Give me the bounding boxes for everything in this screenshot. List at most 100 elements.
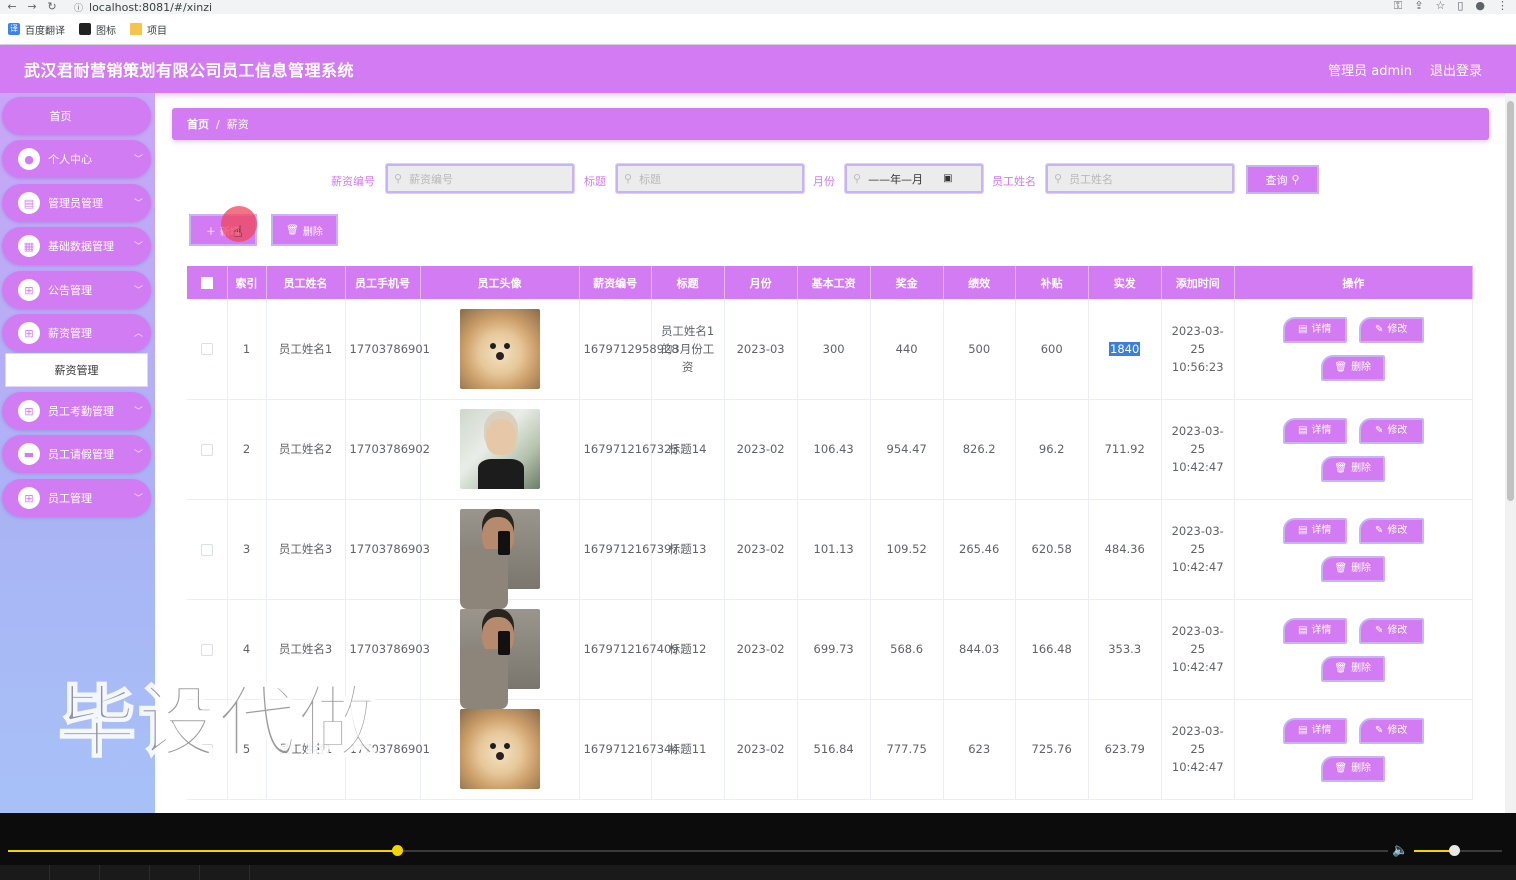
- cell-base: 699.73: [797, 599, 871, 700]
- detail-button[interactable]: ▤ 详情: [1282, 417, 1347, 444]
- cell-month: 2023-02: [724, 499, 798, 600]
- col-subsidy: 补贴: [1015, 266, 1089, 299]
- sidebar-item-leave[interactable]: ▬ 员工请假管理 ﹀: [2, 435, 151, 473]
- app-header: 武汉君耐营销策划有限公司员工信息管理系统 管理员 admin 退出登录: [0, 45, 1516, 93]
- table-row: 2 员工姓名2 17703786902 1679712167323 标题14 2023-0…: [187, 399, 1473, 500]
- avatar: [459, 709, 540, 789]
- sidebar-item-salary[interactable]: ⊞ 薪资管理 ︿: [2, 314, 151, 352]
- cell-perf: 623: [943, 699, 1016, 800]
- sidebar-item-employee[interactable]: ⊞ 员工管理 ﹀: [2, 479, 151, 517]
- sidebar-item-personal[interactable]: ● 个人中心 ﹀: [2, 140, 151, 178]
- detail-button[interactable]: ▤ 详情: [1282, 717, 1347, 744]
- more-icon[interactable]: ⋮: [1497, 0, 1508, 12]
- edit-button[interactable]: ✎ 修改: [1358, 317, 1424, 343]
- volume-knob[interactable]: [1449, 845, 1460, 856]
- pencil-icon: ✎: [1375, 324, 1384, 335]
- delete-button[interactable]: 🗑 删除: [1320, 355, 1385, 381]
- select-all-checkbox[interactable]: [187, 266, 228, 299]
- cell-base: 106.43: [797, 399, 871, 500]
- salary-no-label: 薪资编号: [331, 175, 375, 188]
- logout-link[interactable]: 退出登录: [1430, 60, 1482, 79]
- document-icon: ▤: [1297, 524, 1308, 536]
- calendar-icon[interactable]: ▣: [943, 173, 952, 184]
- playback-progress[interactable]: [8, 845, 1388, 856]
- search-icon: ⚲: [1054, 172, 1063, 185]
- sidebar-item-admin[interactable]: ▤ 管理员管理 ﹀: [2, 184, 151, 222]
- operations-cell: ▤ 详情 ✎ 修改 🗑 删除: [1234, 699, 1473, 800]
- trash-icon: 🗑: [1334, 762, 1348, 774]
- submenu-salary-manage[interactable]: 薪资管理: [5, 353, 148, 387]
- bookmark-icons[interactable]: 图标: [79, 22, 116, 37]
- bookmark-translate[interactable]: 译百度翻译: [8, 22, 65, 37]
- row-checkbox[interactable]: [187, 399, 228, 500]
- col-salary-no: 薪资编号: [579, 266, 652, 299]
- detail-button[interactable]: ▤ 详情: [1282, 617, 1347, 644]
- reload-icon[interactable]: ↻: [44, 1, 60, 13]
- operations-cell: ▤ 详情 ✎ 修改 🗑 删除: [1234, 499, 1473, 600]
- share-icon[interactable]: ⇪: [1414, 0, 1423, 12]
- cell-subsidy: 600: [1015, 299, 1089, 400]
- progress-knob[interactable]: [392, 845, 403, 856]
- edit-button[interactable]: ✎ 修改: [1358, 417, 1424, 444]
- video-player-bar: 🔈: [0, 813, 1516, 880]
- trash-icon: 🗑: [1334, 462, 1348, 474]
- star-icon[interactable]: ☆: [1435, 0, 1445, 12]
- volume-slider[interactable]: [1414, 845, 1502, 856]
- salary-no-input[interactable]: ⚲ 薪资编号: [386, 164, 574, 193]
- profile-icon[interactable]: ●: [1475, 0, 1485, 12]
- sidebar-item-attendance[interactable]: ⊞ 员工考勤管理 ﹀: [2, 392, 151, 430]
- bookmark-project[interactable]: 项目: [130, 22, 167, 37]
- month-input[interactable]: ⚲ ——年—月 ▣: [845, 164, 983, 193]
- page-scrollbar[interactable]: [1505, 93, 1516, 813]
- user-icon: ●: [18, 148, 40, 170]
- chevron-down-icon: ﹀: [133, 494, 143, 504]
- detail-button[interactable]: ▤ 详情: [1282, 317, 1347, 343]
- cell-perf: 844.03: [943, 599, 1016, 700]
- edit-button[interactable]: ✎ 修改: [1358, 717, 1424, 744]
- cell-index: 2: [227, 399, 267, 500]
- cell-base: 516.84: [797, 699, 871, 800]
- col-title: 标题: [651, 266, 725, 299]
- delete-button[interactable]: 🗑 删除: [1320, 755, 1385, 782]
- edit-button[interactable]: ✎ 修改: [1358, 517, 1424, 544]
- forward-icon[interactable]: →: [24, 1, 40, 13]
- detail-button[interactable]: ▤ 详情: [1282, 517, 1347, 544]
- title-input[interactable]: ⚲ 标题: [616, 164, 804, 193]
- delete-button[interactable]: 🗑 删除: [1320, 455, 1385, 482]
- sidebar-item-home[interactable]: 首页: [2, 97, 151, 135]
- avatar: [459, 509, 540, 589]
- chevron-down-icon: ﹀: [133, 450, 143, 460]
- chevron-down-icon: ﹀: [133, 199, 143, 209]
- sidebar-item-basedata[interactable]: ▦ 基础数据管理 ﹀: [2, 227, 151, 265]
- player-controls: [0, 865, 1516, 880]
- edit-button[interactable]: ✎ 修改: [1358, 617, 1424, 644]
- cell-bonus: 568.6: [870, 599, 944, 700]
- sidepanel-icon[interactable]: ▯: [1457, 0, 1463, 12]
- hand-cursor-icon: ☝: [233, 222, 243, 241]
- breadcrumb-home[interactable]: 首页: [187, 116, 209, 132]
- avatar-cell: [420, 499, 580, 600]
- row-checkbox[interactable]: [187, 299, 228, 400]
- scroll-thumb[interactable]: [1507, 101, 1514, 501]
- row-checkbox[interactable]: [187, 499, 228, 600]
- col-avatar: 员工头像: [420, 266, 580, 299]
- volume-fill: [1414, 850, 1454, 852]
- back-icon[interactable]: ←: [4, 1, 20, 13]
- col-actual: 实发: [1088, 266, 1162, 299]
- sidebar-item-notice[interactable]: ⊞ 公告管理 ﹀: [2, 271, 151, 309]
- batch-delete-button[interactable]: 🗑 删除: [271, 214, 338, 246]
- address-bar[interactable]: ⓘ localhost:8081/#/xinzi: [74, 1, 212, 14]
- volume-icon[interactable]: 🔈: [1392, 843, 1408, 858]
- key-icon[interactable]: ⚿: [1394, 0, 1402, 12]
- avatar: [459, 609, 540, 689]
- cell-bonus: 109.52: [870, 499, 944, 600]
- table-header-row: 索引 员工姓名 员工手机号 员工头像 薪资编号 标题 月份 基本工资 奖金 绩效…: [187, 266, 1473, 299]
- delete-button[interactable]: 🗑 删除: [1320, 655, 1385, 682]
- query-button[interactable]: 查询 ⚲: [1246, 165, 1319, 194]
- delete-button[interactable]: 🗑 删除: [1320, 555, 1385, 582]
- cell-month: 2023-03: [724, 299, 798, 400]
- cell-bonus: 777.75: [870, 699, 944, 800]
- search-icon: ⚲: [1291, 173, 1300, 186]
- employee-name-input[interactable]: ⚲ 员工姓名: [1046, 164, 1234, 193]
- cell-actual: 484.36: [1088, 499, 1162, 600]
